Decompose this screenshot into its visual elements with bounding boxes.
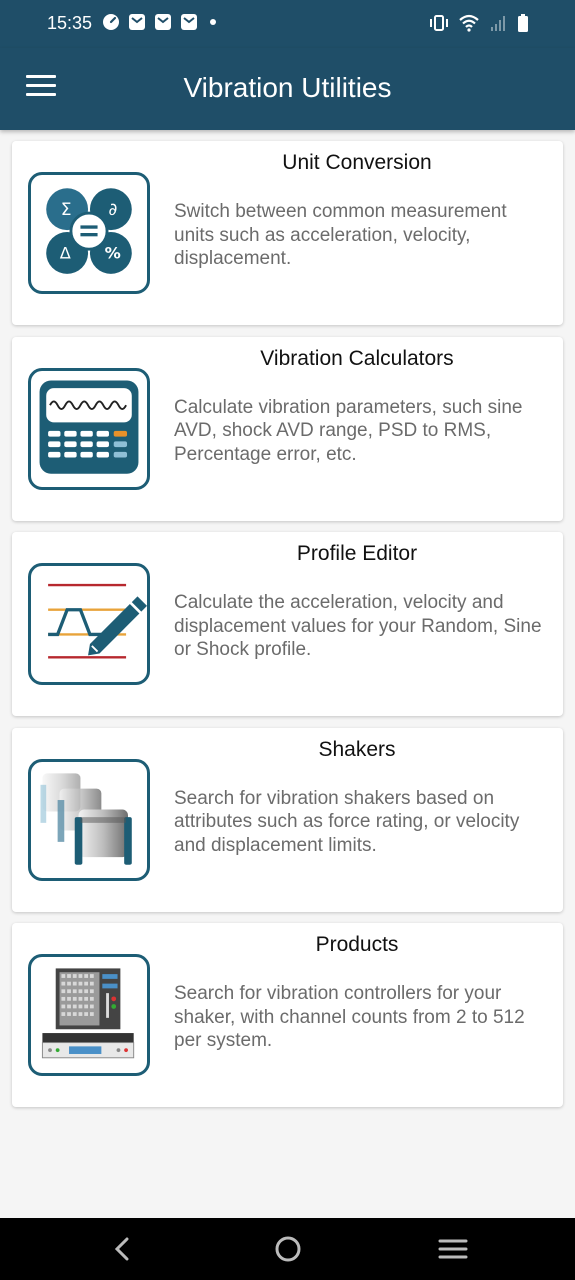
shakers-icon (28, 758, 150, 881)
unit-conversion-card[interactable]: Σ ∂ Δ % Unit Conversion Switch between c… (12, 141, 563, 325)
svg-text:Δ: Δ (60, 244, 71, 263)
card-title: Vibration Calculators (260, 346, 454, 370)
recents-icon[interactable] (438, 1236, 468, 1262)
card-description: Search for vibration shakers based on at… (174, 787, 520, 856)
profile-editor-icon (28, 563, 150, 685)
home-icon[interactable] (273, 1236, 303, 1262)
mail-icon (181, 14, 197, 30)
back-icon[interactable] (108, 1236, 138, 1262)
svg-text:Σ: Σ (61, 200, 72, 220)
profile-editor-card[interactable]: Profile Editor Calculate the acceleratio… (12, 532, 563, 716)
products-card[interactable]: Products Search for vibration controller… (12, 923, 563, 1107)
status-left-icons (102, 13, 220, 31)
mail-icon (129, 14, 145, 30)
card-title: Products (315, 933, 399, 956)
app-title: Vibration Utilities (183, 72, 392, 103)
status-time: 15:35 (47, 13, 93, 33)
mail-icon (155, 14, 171, 30)
card-title: Shakers (318, 737, 396, 761)
battery-icon (518, 14, 528, 32)
dot-icon (210, 19, 216, 25)
unit-conversion-icon: Σ ∂ Δ % (28, 172, 150, 294)
app-bar: Vibration Utilities (0, 48, 575, 130)
system-nav-bar (0, 1218, 575, 1280)
status-right-icons (429, 13, 529, 33)
svg-text:%: % (105, 244, 121, 263)
svg-text:∂: ∂ (108, 200, 117, 220)
card-title: Unit Conversion (282, 151, 432, 174)
speed-icon (103, 14, 119, 30)
signal-icon (491, 16, 505, 31)
vibrate-icon (430, 15, 448, 31)
card-title: Profile Editor (296, 542, 418, 565)
card-description: Switch between common measurement units … (174, 201, 507, 269)
products-icon (28, 954, 150, 1076)
calculator-icon (28, 367, 150, 490)
feature-list: Σ ∂ Δ % Unit Conversion Switch between c… (12, 141, 563, 1119)
card-description: Calculate the acceleration, velocity and… (174, 592, 542, 660)
wifi-icon (459, 14, 479, 32)
status-bar: 15:35 (0, 0, 575, 48)
card-description: Search for vibration controllers for you… (174, 983, 525, 1051)
card-description: Calculate vibration parameters, such sin… (174, 396, 523, 465)
vibration-calculators-card[interactable]: Vibration Calculators Calculate vibratio… (12, 336, 563, 521)
shakers-card[interactable]: Shakers Search for vibration shakers bas… (12, 727, 563, 912)
